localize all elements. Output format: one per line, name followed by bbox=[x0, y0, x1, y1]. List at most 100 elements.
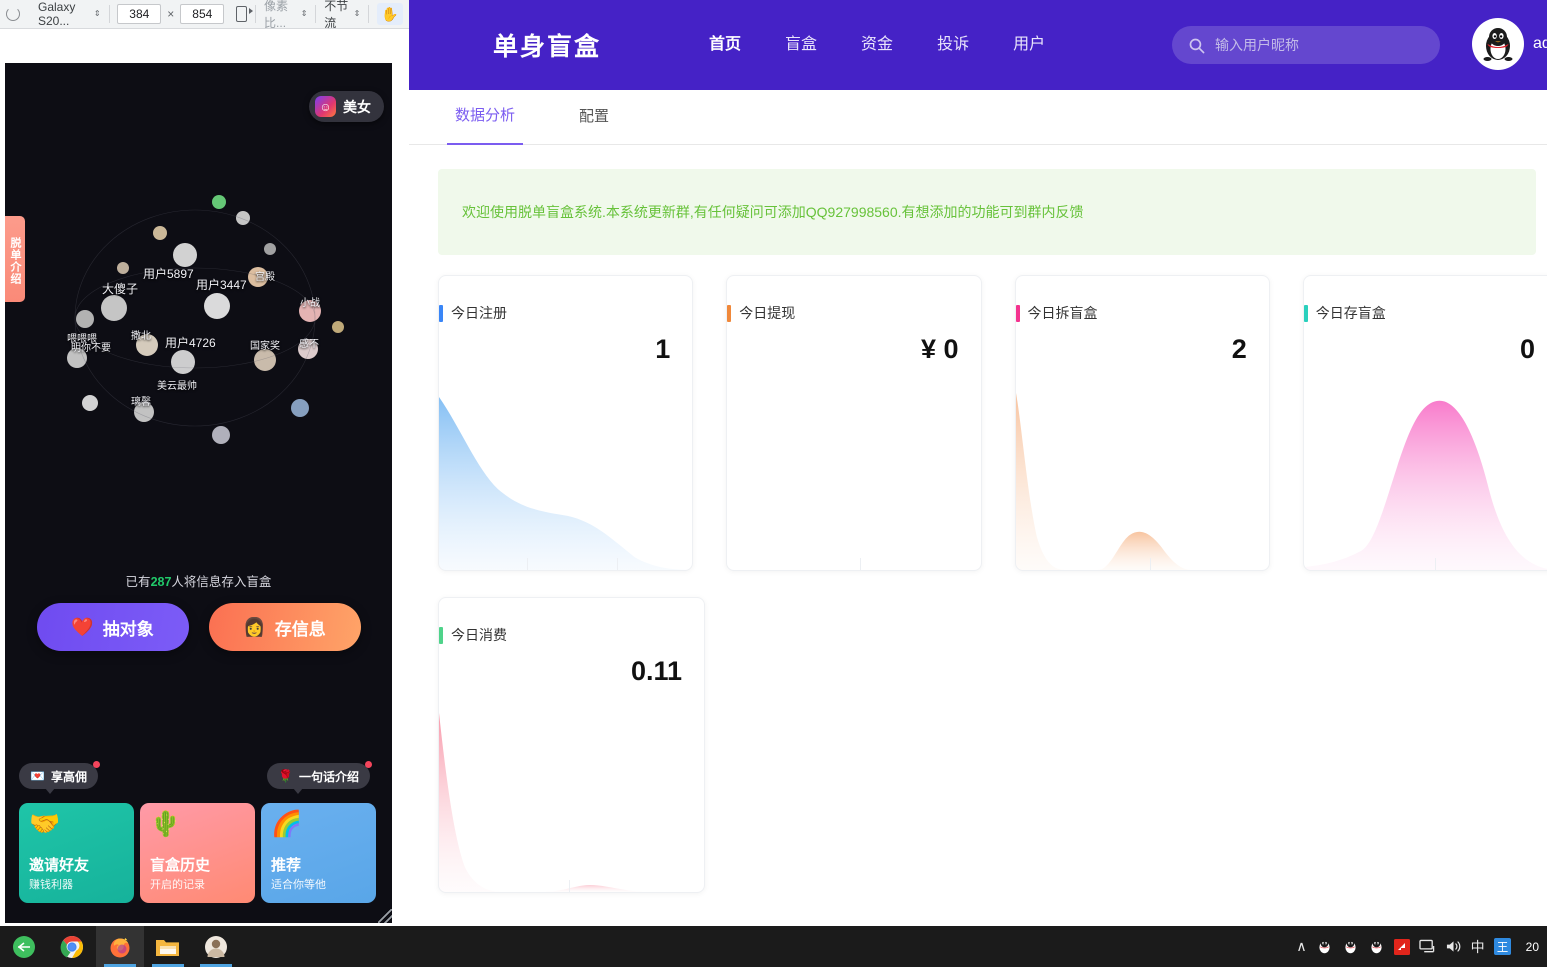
chrome-icon[interactable] bbox=[48, 926, 96, 967]
person-icon: 👩 bbox=[243, 616, 266, 637]
touch-mode-button[interactable]: ✋ bbox=[371, 0, 409, 28]
search-box[interactable] bbox=[1172, 26, 1440, 64]
blindbox-history-card[interactable]: 🌵 盲盒历史 开启的记录 bbox=[140, 803, 255, 903]
network-icon[interactable] bbox=[1418, 939, 1436, 954]
viewport-width-input[interactable]: 384 bbox=[117, 4, 162, 24]
qq-icon[interactable] bbox=[1342, 938, 1359, 955]
tab-config[interactable]: 配置 bbox=[571, 90, 617, 144]
photos-icon[interactable] bbox=[192, 926, 240, 967]
invite-friends-card[interactable]: 🤝 邀请好友 赚钱利器 bbox=[19, 803, 134, 903]
notification-dot bbox=[92, 761, 100, 768]
web-app-region: 单身盲盒 首页 盲盒 资金 投诉 用户 输入用户昵称 ad 数据分析 配置 欢迎… bbox=[409, 0, 1547, 926]
chevron-up-icon[interactable]: ∧ bbox=[1296, 938, 1306, 955]
nav-item-complaint[interactable]: 投诉 bbox=[915, 0, 991, 90]
svg-text:王: 王 bbox=[1496, 942, 1507, 954]
qq-penguin-avatar bbox=[1472, 18, 1524, 70]
card-header: 今日拆盲盒 bbox=[1015, 276, 1269, 323]
intro-tooltip[interactable]: 🌹 一句话介绍 bbox=[267, 761, 372, 794]
dpr-label: 像素比... bbox=[264, 0, 289, 30]
qq-icon[interactable] bbox=[1316, 938, 1333, 955]
invite-friends-sub: 赚钱利器 bbox=[29, 879, 73, 891]
sphere-username: 感不 bbox=[299, 339, 319, 350]
mobile-preview-viewport[interactable]: 用户5897 用户3447 用户4726 大傻子 小战 宫殿 喂喂喂 撒北 美云… bbox=[5, 63, 392, 923]
nav-item-users[interactable]: 用户 bbox=[991, 0, 1067, 90]
qq-icon[interactable] bbox=[1368, 938, 1385, 955]
intro-side-tab[interactable]: 脱单介绍 bbox=[5, 216, 25, 302]
taskbar-clock[interactable]: 20 bbox=[1520, 940, 1539, 954]
sparkline-chart bbox=[439, 385, 693, 570]
stat-card-today-consume[interactable]: 今日消费 0.11 bbox=[438, 597, 705, 893]
firefox-icon[interactable] bbox=[96, 926, 144, 967]
monitor-glyph bbox=[1418, 939, 1434, 953]
throttling-select[interactable]: 不节流 ⇕ bbox=[318, 0, 366, 30]
card-header: 今日提现 bbox=[727, 276, 980, 323]
touch-hand-icon: ✋ bbox=[377, 3, 403, 25]
sparkline-svg bbox=[727, 385, 980, 570]
volume-icon[interactable] bbox=[1445, 939, 1462, 954]
screen-root: Galaxy S20... ⇕ 384 × 854 像素比... ⇕ 不节流 ⇕… bbox=[0, 0, 1547, 967]
beauty-filter-label: 美女 bbox=[343, 98, 371, 115]
axis-tick bbox=[569, 880, 570, 892]
viewport-height-input[interactable]: 854 bbox=[180, 4, 225, 24]
commission-tooltip[interactable]: 💌 享高佣 bbox=[19, 761, 100, 794]
wangyi-icon[interactable]: 王 bbox=[1493, 938, 1511, 955]
count-suffix: 人将信息存入盲盒 bbox=[171, 575, 272, 589]
file-explorer-icon[interactable] bbox=[144, 926, 192, 967]
viewport-resize-handle[interactable] bbox=[378, 909, 392, 923]
rotate-icon-cell[interactable] bbox=[0, 0, 32, 28]
rotate-device-button[interactable] bbox=[230, 0, 254, 28]
main-nav: 首页 盲盒 资金 投诉 用户 bbox=[687, 0, 1067, 90]
penguin-glyph bbox=[1319, 939, 1330, 954]
cta-row: ❤️ 抽对象 👩 存信息 bbox=[5, 603, 392, 651]
start-green-icon[interactable] bbox=[0, 926, 48, 967]
card-header: 今日消费 bbox=[439, 598, 704, 645]
nav-item-funds[interactable]: 资金 bbox=[839, 0, 915, 90]
card-title: 今日提现 bbox=[739, 305, 796, 321]
stat-card-today-store-blindbox[interactable]: 今日存盲盒 0 bbox=[1302, 275, 1547, 571]
ime-chinese-icon[interactable]: 中 bbox=[1471, 937, 1485, 957]
sparkline-svg bbox=[1303, 400, 1547, 570]
divider bbox=[108, 5, 110, 23]
accent-bar bbox=[727, 304, 732, 322]
axis-tick bbox=[860, 558, 862, 570]
phone-rotate-icon bbox=[236, 6, 254, 22]
draw-partner-label: 抽对象 bbox=[102, 619, 154, 639]
blue-square-glyph: 王 bbox=[1493, 938, 1511, 955]
stat-card-today-register[interactable]: 今日注册 1 bbox=[438, 275, 694, 571]
axis-tick bbox=[1149, 558, 1151, 570]
axis-tick bbox=[617, 558, 618, 570]
folder-glyph bbox=[156, 939, 179, 956]
rose-icon: 🌹 bbox=[278, 769, 293, 783]
devtools-device-toolbar: Galaxy S20... ⇕ 384 × 854 像素比... ⇕ 不节流 ⇕… bbox=[0, 0, 409, 30]
cactus-icon: 🌵 bbox=[150, 810, 182, 838]
accent-bar bbox=[1015, 304, 1020, 322]
save-info-button[interactable]: 👩 存信息 bbox=[208, 603, 361, 651]
sphere-username: 宫殿 bbox=[255, 272, 275, 283]
red-app-icon[interactable] bbox=[1393, 938, 1410, 955]
card-title: 今日消费 bbox=[451, 627, 507, 643]
card-value: 0.11 bbox=[630, 656, 682, 686]
count-number: 287 bbox=[150, 575, 172, 589]
blindbox-history-title: 盲盒历史 bbox=[150, 857, 211, 874]
sphere-username: 国家奖 bbox=[250, 341, 280, 352]
stat-card-today-withdraw[interactable]: 今日提现 ¥ 0 bbox=[726, 275, 982, 571]
nav-item-home[interactable]: 首页 bbox=[687, 0, 763, 90]
search-input[interactable] bbox=[1215, 37, 1424, 53]
rainbow-icon: 🌈 bbox=[271, 810, 303, 838]
chrome-glyph bbox=[60, 935, 83, 958]
firefox-glyph bbox=[110, 937, 130, 957]
notification-dot bbox=[364, 761, 372, 768]
beauty-filter-button[interactable]: ☺ 美女 bbox=[309, 91, 384, 122]
divider bbox=[368, 5, 369, 23]
stat-card-today-open-blindbox[interactable]: 今日拆盲盒 2 bbox=[1014, 275, 1270, 571]
recommend-card[interactable]: 🌈 推荐 适合你等他 bbox=[261, 803, 376, 903]
sparkline-chart bbox=[727, 385, 980, 570]
red-square-glyph bbox=[1393, 938, 1410, 955]
user-area[interactable]: ad bbox=[1472, 18, 1547, 70]
device-pixel-ratio-select[interactable]: 像素比... ⇕ bbox=[258, 0, 313, 30]
system-tray: ∧ 中 王 20 bbox=[1296, 937, 1547, 957]
nav-item-blindbox[interactable]: 盲盒 bbox=[763, 0, 839, 90]
device-select[interactable]: Galaxy S20... ⇕ bbox=[32, 0, 107, 28]
draw-partner-button[interactable]: ❤️ 抽对象 bbox=[36, 603, 189, 651]
tab-data-analysis[interactable]: 数据分析 bbox=[447, 89, 524, 145]
